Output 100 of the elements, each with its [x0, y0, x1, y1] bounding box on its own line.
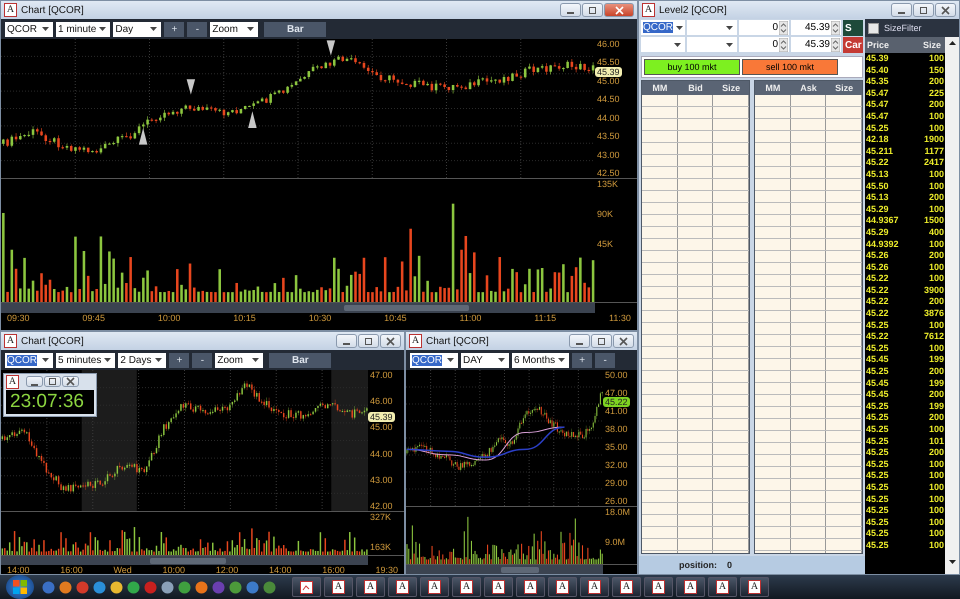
dropdown[interactable]: Zoom: [210, 22, 258, 36]
dropdown[interactable]: Day: [113, 22, 162, 36]
maximize-icon: [597, 336, 606, 346]
dropdown[interactable]: 5 minutes: [56, 352, 116, 368]
caret-icon: [42, 27, 49, 31]
app-logo: A: [4, 3, 17, 17]
maximize-button[interactable]: [591, 334, 612, 348]
taskbar-button[interactable]: A: [612, 577, 641, 597]
toolbar-button[interactable]: -: [192, 352, 212, 368]
taskbar-button[interactable]: A: [356, 577, 385, 597]
table-cell: 45.25: [866, 424, 889, 436]
maximize-button[interactable]: [358, 334, 379, 348]
toolbar-button[interactable]: -: [595, 352, 616, 368]
dropdown[interactable]: Zoom: [215, 352, 264, 368]
symbol-dropdown[interactable]: QCOR: [641, 20, 685, 35]
minimize-button[interactable]: [26, 376, 43, 387]
table-cell: 45.25: [866, 494, 889, 506]
checkbox[interactable]: [868, 22, 879, 34]
market-order-button[interactable]: sell 100 mkt: [742, 59, 838, 75]
taskbar-button[interactable]: A: [484, 577, 513, 597]
price-axis-label: 50.00: [605, 370, 629, 380]
close-button[interactable]: [604, 3, 634, 17]
dropdown[interactable]: QCOR: [5, 22, 53, 36]
maximize-button[interactable]: [582, 3, 603, 17]
maximize-button[interactable]: [913, 3, 934, 17]
position-label: position:: [679, 560, 717, 570]
table-cell: 199: [928, 354, 944, 366]
app-icon[interactable]: [178, 580, 191, 594]
dropdown[interactable]: DAY: [461, 352, 509, 368]
taskbar-button[interactable]: A: [580, 577, 609, 597]
quantity-field[interactable]: 0: [739, 37, 789, 52]
vertical-scrollbar[interactable]: [945, 37, 959, 574]
order-button[interactable]: S: [843, 20, 863, 36]
bar-style-button[interactable]: Bar: [269, 352, 332, 368]
dropdown[interactable]: 1 minute: [56, 22, 110, 36]
table-cell: 45.25: [866, 122, 889, 134]
dropdown[interactable]: QCOR: [5, 352, 53, 368]
price-axis-label: 44.00: [597, 112, 621, 123]
price-axis-label: 41.00: [605, 406, 629, 416]
taskbar-button[interactable]: A: [388, 577, 417, 597]
close-button[interactable]: [613, 334, 634, 348]
app-icon[interactable]: [195, 580, 208, 594]
close-button[interactable]: [380, 334, 401, 348]
minimize-icon: [343, 343, 350, 345]
taskbar-button[interactable]: [292, 577, 321, 597]
toolbar-button[interactable]: -: [187, 22, 208, 36]
toolbar-button[interactable]: +: [572, 352, 592, 368]
app-icon[interactable]: [93, 580, 106, 594]
window-title: Chart [QCOR]: [21, 336, 84, 346]
app-icon[interactable]: [110, 580, 123, 594]
app-icon[interactable]: [263, 580, 276, 594]
taskbar-button[interactable]: A: [452, 577, 481, 597]
horizontal-scrollbar[interactable]: [406, 565, 603, 574]
table-cell: 225: [928, 88, 944, 100]
taskbar-button[interactable]: A: [516, 577, 545, 597]
app-icon[interactable]: [229, 580, 242, 594]
time-axis-label: 16:00: [322, 565, 345, 574]
caret-icon: [674, 42, 681, 46]
app-icon[interactable]: [127, 580, 140, 594]
toolbar-button[interactable]: +: [169, 352, 190, 368]
app-icon[interactable]: [246, 580, 259, 594]
minimize-button[interactable]: [569, 334, 590, 348]
close-button[interactable]: [935, 3, 956, 17]
app-icon[interactable]: [161, 580, 174, 594]
start-button[interactable]: [6, 575, 34, 599]
taskbar-button[interactable]: A: [676, 577, 705, 597]
table-cell: 100: [928, 273, 944, 285]
horizontal-scrollbar[interactable]: [1, 303, 595, 313]
table-cell: 45.35: [866, 76, 889, 88]
minimize-button[interactable]: [891, 3, 912, 17]
dropdown[interactable]: 6 Months: [512, 352, 570, 368]
taskbar-button[interactable]: A: [708, 577, 737, 597]
order-button[interactable]: Car: [843, 37, 863, 53]
toolbar-button[interactable]: +: [164, 22, 184, 36]
quantity-field[interactable]: 0: [739, 20, 789, 35]
taskbar-button[interactable]: A: [324, 577, 353, 597]
app-icon[interactable]: [59, 580, 72, 594]
market-order-button[interactable]: buy 100 mkt: [644, 59, 740, 75]
dropdown[interactable]: 2 Days: [118, 352, 166, 368]
dropdown[interactable]: QCOR: [410, 352, 458, 368]
price-axis-label: 46.00: [597, 39, 621, 49]
price-field[interactable]: 45.39: [791, 37, 841, 52]
close-button[interactable]: [62, 376, 79, 387]
minimize-icon: [567, 12, 574, 14]
last-price-tag: 45.39: [368, 412, 395, 422]
bar-style-button[interactable]: Bar: [264, 22, 326, 36]
taskbar-button[interactable]: A: [644, 577, 673, 597]
taskbar-button[interactable]: A: [420, 577, 449, 597]
price-field[interactable]: 45.39: [791, 20, 841, 35]
table-cell: 45.25: [866, 470, 889, 482]
table-cell: 2417: [924, 157, 944, 169]
symbol-dropdown[interactable]: [641, 37, 685, 52]
minimize-button[interactable]: [336, 334, 357, 348]
table-cell: 45.22: [866, 273, 889, 285]
taskbar-button[interactable]: A: [548, 577, 577, 597]
horizontal-scrollbar[interactable]: [1, 556, 368, 565]
maximize-button[interactable]: [44, 376, 61, 387]
taskbar-button[interactable]: A: [740, 577, 769, 597]
minimize-button[interactable]: [560, 3, 581, 17]
caret-icon: [99, 27, 106, 31]
